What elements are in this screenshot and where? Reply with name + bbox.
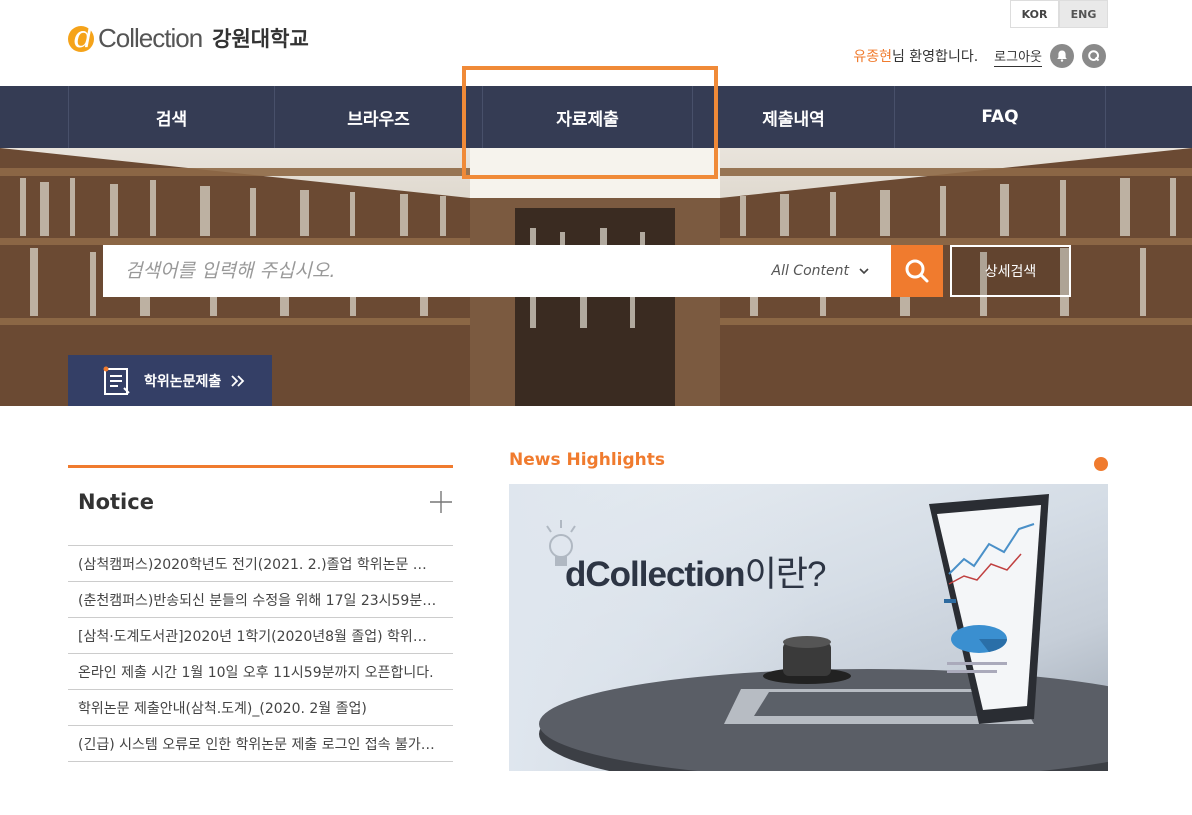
q-icon[interactable] (1082, 44, 1106, 68)
news-pager-dot[interactable] (1094, 457, 1108, 471)
search-scope-select[interactable]: All Content (772, 245, 870, 297)
logout-link[interactable]: 로그아웃 (994, 46, 1042, 67)
search-icon (905, 259, 929, 283)
nav-item-faq[interactable]: FAQ (894, 86, 1106, 148)
lang-eng-button[interactable]: ENG (1059, 0, 1108, 28)
bell-icon[interactable] (1050, 44, 1074, 68)
search-bar: All Content (103, 245, 891, 297)
notice-panel: Notice (삼척캠퍼스)2020학년도 전기(2021. 2.)졸업 학위논… (68, 465, 453, 762)
news-highlights-title: News Highlights (509, 450, 665, 470)
document-icon (103, 366, 130, 395)
university-name: 강원대학교 (212, 27, 309, 51)
news-banner-heading: dCollection이란? (565, 555, 826, 594)
notice-item[interactable]: (춘천캠퍼스)반송되신 분들의 수정을 위해 17일 23시59분까지 연장합니… (68, 582, 453, 618)
user-name: 유종현 (853, 49, 892, 65)
lang-kor-button[interactable]: KOR (1010, 0, 1059, 28)
plus-icon[interactable] (429, 490, 453, 514)
news-banner[interactable]: dCollection이란? (509, 484, 1108, 771)
thesis-submit-button[interactable]: 학위논문제출 (68, 355, 272, 406)
nav-item-submit[interactable]: 자료제출 (482, 86, 692, 148)
nav-item-browse[interactable]: 브라우즈 (274, 86, 482, 148)
search-input[interactable] (125, 260, 725, 282)
user-area: 유종현님 환영합니다. 로그아웃 (853, 44, 1106, 68)
notice-item[interactable]: [삼척·도계도서관]2020년 1학기(2020년8월 졸업) 학위논문 제출 … (68, 618, 453, 654)
notice-title: Notice (78, 490, 154, 514)
language-switch: KOR ENG (1010, 0, 1108, 28)
notice-list: (삼척캠퍼스)2020학년도 전기(2021. 2.)졸업 학위논문 제출 안내… (68, 545, 453, 762)
notice-header: Notice (68, 465, 453, 545)
nav-item-search[interactable]: 검색 (68, 86, 274, 148)
search-button[interactable] (891, 245, 943, 297)
notice-item[interactable]: 온라인 제출 시간 1월 10일 오후 11시59분까지 오픈합니다. (68, 654, 453, 690)
notice-item[interactable]: (긴급) 시스템 오류로 인한 학위논문 제출 로그인 접속 불가 안내 (68, 726, 453, 762)
advanced-search-button[interactable]: 상세검색 (950, 245, 1071, 297)
nav-item-history[interactable]: 제출내역 (692, 86, 894, 148)
notice-item[interactable]: (삼척캠퍼스)2020학년도 전기(2021. 2.)졸업 학위논문 제출 안내 (68, 546, 453, 582)
chevron-down-icon (859, 267, 869, 274)
dcollection-logo-icon: d (68, 22, 96, 54)
logo-text: Collection (98, 22, 203, 53)
double-chevron-right-icon (231, 374, 245, 387)
notice-item[interactable]: 학위논문 제출안내(삼척.도계)_(2020. 2월 졸업) (68, 690, 453, 726)
welcome-suffix: 님 환영합니다. (891, 49, 979, 65)
site-logo[interactable]: d Collection 강원대학교 (68, 22, 309, 54)
thesis-submit-label: 학위논문제출 (144, 373, 222, 390)
main-nav: 검색 브라우즈 자료제출 제출내역 FAQ (0, 86, 1192, 148)
welcome-message: 유종현님 환영합니다. (853, 46, 978, 66)
laptop-illustration (539, 494, 1108, 771)
search-scope-label: All Content (771, 263, 850, 279)
